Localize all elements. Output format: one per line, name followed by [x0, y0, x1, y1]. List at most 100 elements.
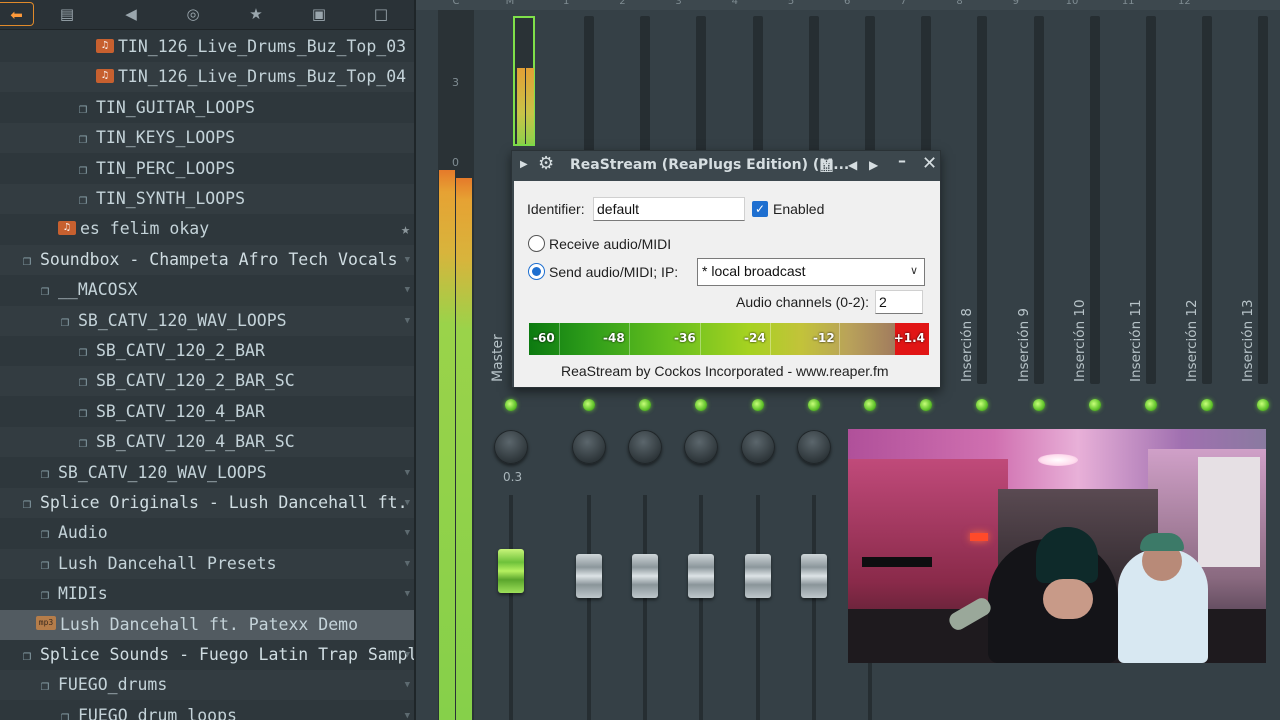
vu-tick: [839, 323, 840, 355]
insert-enable-led[interactable]: [1145, 399, 1157, 411]
folder-icon: ❐: [78, 374, 88, 391]
collapse-arrow-icon[interactable]: ▼: [405, 701, 410, 720]
tree-item[interactable]: ♫ TIN_126_Live_Drums_Buz_Top_03: [0, 32, 416, 62]
mixer-header-number: M: [505, 0, 515, 7]
tree-item-label: Lush Dancehall Presets: [58, 553, 277, 573]
enabled-checkbox[interactable]: ✓: [752, 201, 768, 217]
vu-meter: +1.4 -60 -48 -36 -24 -12: [529, 323, 929, 355]
minimize-icon[interactable]: –: [898, 147, 906, 175]
tree-item[interactable]: ❐ TIN_SYNTH_LOOPS: [0, 184, 416, 214]
collapse-arrow-icon[interactable]: ▼: [405, 670, 410, 700]
tree-item[interactable]: ❐ Lush Dancehall Presets ▼: [0, 548, 416, 579]
insert-label: Inserción 9: [1016, 262, 1036, 382]
master-pan-knob[interactable]: [494, 430, 528, 464]
tree-item[interactable]: ❐ TIN_GUITAR_LOOPS: [0, 93, 416, 123]
tree-item[interactable]: ❐ TIN_PERC_LOOPS: [0, 154, 416, 184]
next-arrow-icon[interactable]: ▶: [869, 151, 878, 179]
insert-pan-knob[interactable]: [572, 430, 606, 464]
tree-item-label: Splice Sounds - Fuego Latin Trap Sample …: [40, 645, 416, 664]
collapse-arrow-icon[interactable]: ▼: [405, 245, 410, 275]
star-icon[interactable]: ★: [243, 2, 269, 26]
collapse-arrow-icon[interactable]: ▼: [405, 306, 410, 336]
insert-enable-led[interactable]: [864, 399, 876, 411]
close-icon[interactable]: ✕: [922, 150, 937, 178]
insert-enable-led[interactable]: [1032, 399, 1045, 411]
folder-add-icon[interactable]: □: [368, 2, 394, 26]
insert-enable-led[interactable]: [695, 399, 708, 411]
tree-item[interactable]: ❐ SB_CATV_120_WAV_LOOPS ▼: [0, 458, 416, 488]
folder-icon: ❐: [60, 313, 70, 330]
insert-enable-led[interactable]: [751, 399, 764, 411]
insert-enable-led[interactable]: [583, 399, 595, 411]
folder-icon: ❐: [40, 678, 50, 695]
tree-item[interactable]: ❐ FUEGO_drums ▼: [0, 670, 416, 701]
tree-item[interactable]: ❐ Soundbox - Champeta Afro Tech Vocals ▼: [0, 244, 416, 275]
insert-enable-led[interactable]: [807, 399, 820, 411]
insert-enable-led[interactable]: [639, 399, 652, 411]
grid-icon[interactable]: ▦: [819, 151, 834, 179]
tree-item[interactable]: ❐ SB_CATV_120_4_BAR: [0, 397, 416, 427]
collapse-arrow-icon[interactable]: ▼: [405, 518, 410, 548]
insert-enable-led[interactable]: [1201, 399, 1214, 411]
tree-item[interactable]: ❐ MIDIs ▼: [0, 579, 416, 609]
tree-item[interactable]: ❐ SB_CATV_120_4_BAR_SC: [0, 427, 416, 458]
master-enable-led[interactable]: [505, 399, 517, 411]
tree-item[interactable]: ❐ __MACOSX ▼: [0, 275, 416, 305]
speaker-icon[interactable]: ◀: [118, 2, 144, 26]
vu-scale-label: -36: [674, 331, 696, 345]
tree-item[interactable]: ❐ FUEGO_drum_loops ▼: [0, 701, 416, 720]
tree-item[interactable]: ♫ es felim okay ★: [0, 214, 416, 244]
insert-pan-knob[interactable]: [628, 430, 663, 464]
triangle-right-icon[interactable]: ▶: [520, 151, 528, 179]
collapse-arrow-icon[interactable]: ▼: [405, 458, 410, 488]
tree-item-label: TIN_GUITAR_LOOPS: [96, 97, 255, 117]
receive-radio[interactable]: [528, 235, 545, 252]
identifier-input[interactable]: default: [593, 197, 745, 221]
collapse-arrow-icon[interactable]: ▼: [405, 275, 410, 305]
insert-enable-led[interactable]: [976, 399, 989, 411]
insert-pan-knob[interactable]: [684, 430, 719, 464]
mixer-header-number: 4: [731, 0, 738, 7]
insert-enable-led[interactable]: [1257, 399, 1270, 411]
mixer-header-number: 8: [956, 0, 963, 7]
tree-item-label: TIN_126_Live_Drums_Buz_Top_03: [118, 37, 407, 56]
insert-volume-fader[interactable]: [576, 554, 602, 598]
prev-arrow-icon[interactable]: ◀: [848, 151, 857, 179]
insert-pan-knob[interactable]: [796, 430, 831, 464]
tree-item[interactable]: mp3 Lush Dancehall ft. Patexx Demo: [0, 609, 416, 640]
gear-icon[interactable]: ⚙: [538, 150, 554, 178]
back-arrow-icon[interactable]: ⬅: [0, 2, 34, 26]
tree-item[interactable]: ❐ TIN_KEYS_LOOPS: [0, 123, 416, 154]
insert-label: Inserción 12: [1184, 262, 1204, 382]
collapse-arrow-icon[interactable]: ▼: [405, 579, 410, 609]
receive-label: Receive audio/MIDI: [549, 236, 672, 252]
tree-item[interactable]: ❐ SB_CATV_120_2_BAR: [0, 336, 416, 366]
tree-item[interactable]: ❐ SB_CATV_120_2_BAR_SC: [0, 366, 416, 397]
insert-volume-fader[interactable]: [688, 554, 715, 598]
channels-input[interactable]: 2: [875, 290, 923, 314]
insert-volume-fader[interactable]: [632, 554, 659, 598]
tree-item[interactable]: ❐ Audio ▼: [0, 518, 416, 548]
ip-select[interactable]: * local broadcast ∨: [697, 258, 925, 286]
tree-item[interactable]: ❐ Splice Originals - Lush Dancehall ft. P…: [0, 488, 416, 518]
collapse-arrow-icon[interactable]: ▼: [405, 640, 410, 670]
globe-icon[interactable]: ◎: [180, 2, 206, 26]
master-volume-fader[interactable]: [498, 549, 524, 593]
insert-enable-led[interactable]: [1088, 399, 1101, 411]
insert-volume-fader[interactable]: [800, 554, 827, 598]
send-radio[interactable]: [528, 263, 545, 280]
insert-volume-fader[interactable]: [744, 554, 771, 598]
plugin-titlebar[interactable]: ▶ ⚙ ReaStream (ReaPlugs Edition) (M... ▦…: [512, 151, 940, 179]
files-icon[interactable]: ▤: [54, 2, 80, 26]
tree-item-label: Soundbox - Champeta Afro Tech Vocals: [40, 249, 398, 269]
collapse-arrow-icon[interactable]: ▼: [405, 488, 410, 518]
insert-enable-led[interactable]: [920, 399, 933, 411]
mixer-header-number: 3: [675, 0, 682, 7]
star-icon[interactable]: ★: [401, 214, 410, 244]
insert-pan-knob[interactable]: [740, 430, 775, 464]
pack-icon[interactable]: ▣: [306, 2, 332, 26]
tree-item[interactable]: ♫ TIN_126_Live_Drums_Buz_Top_04: [0, 62, 416, 93]
tree-item[interactable]: ❐ SB_CATV_120_WAV_LOOPS ▼: [0, 305, 416, 336]
tree-item[interactable]: ❐ Splice Sounds - Fuego Latin Trap Sample…: [0, 640, 416, 670]
collapse-arrow-icon[interactable]: ▼: [405, 549, 410, 579]
